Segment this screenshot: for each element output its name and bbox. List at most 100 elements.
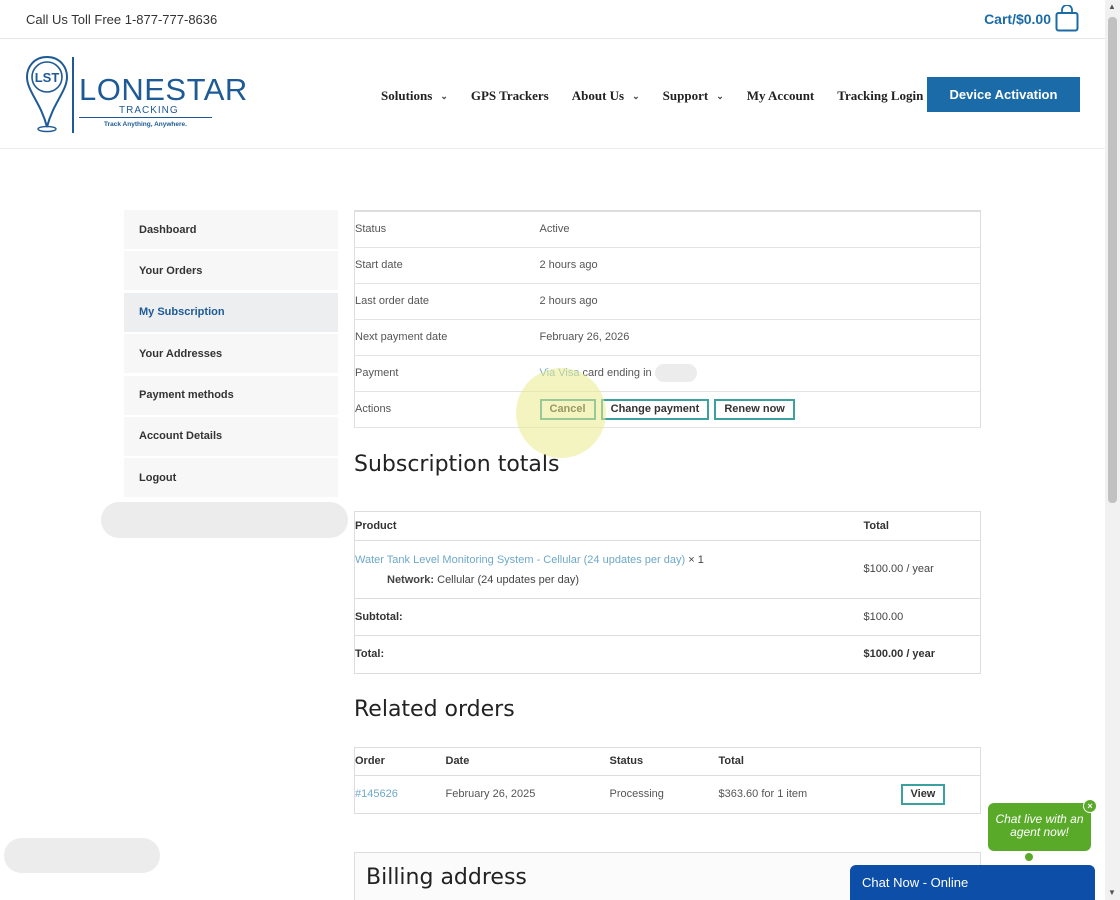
device-activation-button[interactable]: Device Activation [927, 77, 1080, 112]
subtotal-label: Subtotal: [354, 598, 864, 636]
sidebar-item-your-orders[interactable]: Your Orders [124, 251, 338, 291]
col-total: Total [863, 511, 981, 541]
table-header-row: Order Date Status Total [354, 747, 981, 776]
subscription-content: Status Active Start date 2 hours ago Las… [354, 210, 981, 814]
cancel-button[interactable]: Cancel [539, 398, 596, 420]
sidebar-item-your-addresses[interactable]: Your Addresses [124, 334, 338, 374]
subscription-totals-heading: Subscription totals [354, 451, 560, 477]
chevron-down-icon: ⌄ [632, 90, 640, 101]
chat-invite-bubble[interactable]: Chat live with an agent now! [988, 803, 1091, 851]
logo-divider [72, 57, 74, 133]
chevron-down-icon: ⌄ [440, 90, 448, 101]
status-value: Active [539, 211, 981, 248]
order-number[interactable]: #145626 [355, 775, 446, 813]
order-total: $363.60 for 1 item [718, 788, 808, 800]
scroll-up-icon[interactable]: ▲ [1108, 2, 1116, 11]
nav-tracking-login[interactable]: Tracking Login [837, 88, 923, 104]
lonestar-logo[interactable]: LST LONESTAR TRACKING Track Anything, An… [24, 55, 247, 133]
shopping-bag-icon[interactable] [1055, 5, 1079, 32]
product-cell: Water Tank Level Monitoring System - Cel… [354, 540, 864, 599]
page-scrollbar[interactable]: ▲ ▼ [1105, 0, 1120, 900]
col-date: Date [445, 747, 610, 776]
col-order: Order [354, 747, 446, 776]
total-value: $100.00 / year [863, 635, 981, 674]
view-order-button[interactable]: View [900, 783, 946, 805]
table-row: Water Tank Level Monitoring System - Cel… [354, 540, 981, 599]
related-orders-heading: Related orders [354, 696, 515, 722]
sidebar-item-dashboard[interactable]: Dashboard [124, 210, 338, 249]
nav-solutions[interactable]: Solutions ⌄ [381, 88, 448, 104]
redacted-card-number [654, 364, 697, 382]
sidebar-item-logout[interactable]: Logout [124, 458, 338, 498]
renew-now-button[interactable]: Renew now [714, 398, 795, 420]
top-bar: Call Us Toll Free 1-877-777-8636 Cart/$0… [0, 0, 1105, 39]
table-row: Last order date 2 hours ago [354, 283, 981, 320]
start-date-value: 2 hours ago [539, 247, 981, 284]
svg-text:LST: LST [35, 70, 60, 85]
logo-name: LONESTAR [79, 72, 248, 107]
next-payment-label: Next payment date [354, 319, 540, 356]
table-row: Next payment date February 26, 2026 [354, 319, 981, 356]
chat-now-bar[interactable]: Chat Now - Online [850, 865, 1095, 900]
cart-link[interactable]: Cart/$0.00 [984, 11, 1051, 27]
meta-key: Network: [387, 574, 435, 586]
payment-value: Via Visa card ending in [539, 355, 981, 392]
related-orders-table: Order Date Status Total #145626 February… [354, 746, 981, 814]
site-header: LST LONESTAR TRACKING Track Anything, An… [0, 39, 1105, 149]
toll-free-phone[interactable]: Call Us Toll Free 1-877-777-8636 [26, 12, 217, 27]
order-date: February 26, 2025 [445, 788, 536, 800]
redacted-area [101, 502, 348, 538]
subscription-details-table: Status Active Start date 2 hours ago Las… [354, 210, 981, 428]
status-label: Status [354, 211, 540, 248]
start-date-label: Start date [354, 247, 540, 284]
redacted-area [4, 838, 160, 873]
total-label: Total: [354, 635, 864, 674]
logo-line [79, 117, 212, 118]
nav-support[interactable]: Support ⌄ [663, 88, 724, 104]
next-payment-value: February 26, 2026 [539, 319, 981, 356]
close-icon[interactable]: × [1083, 799, 1097, 813]
table-row: Start date 2 hours ago [354, 247, 981, 284]
table-row: Total: $100.00 / year [354, 635, 981, 674]
product-qty: × 1 [688, 554, 704, 566]
main-nav: Solutions ⌄ GPS Trackers About Us ⌄ Suppor… [381, 88, 946, 104]
sidebar-item-my-subscription[interactable]: My Subscription [124, 292, 338, 332]
account-sidebar: Dashboard Your Orders My Subscription Yo… [124, 210, 338, 500]
last-order-date-label: Last order date [354, 283, 540, 320]
table-row: #145626 February 26, 2025 Processing $36… [355, 775, 981, 813]
col-product: Product [354, 511, 864, 541]
nav-about-us[interactable]: About Us ⌄ [572, 88, 640, 104]
logo-tagline: Track Anything, Anywhere. [104, 121, 187, 128]
product-link[interactable]: Water Tank Level Monitoring System - Cel… [355, 554, 685, 566]
scrollbar-thumb[interactable] [1108, 17, 1117, 503]
sidebar-item-account-details[interactable]: Account Details [124, 416, 338, 456]
table-row: Subtotal: $100.00 [354, 598, 981, 636]
payment-method-link[interactable]: Via Visa [540, 367, 580, 379]
sidebar-item-payment-methods[interactable]: Payment methods [124, 375, 338, 415]
actions-label: Actions [354, 391, 540, 428]
col-status: Status [609, 747, 719, 776]
actions-cell: Cancel Change payment Renew now [539, 391, 981, 428]
map-pin-logo-icon: LST [25, 55, 69, 133]
billing-address-heading: Billing address [366, 865, 527, 890]
table-row: Payment Via Visa card ending in [354, 355, 981, 392]
chevron-down-icon: ⌄ [716, 90, 724, 101]
col-total: Total [718, 747, 901, 776]
chat-dot [1025, 853, 1033, 861]
payment-label: Payment [354, 355, 540, 392]
order-status: Processing [609, 788, 664, 800]
table-row: Actions Cancel Change payment Renew now [354, 391, 981, 428]
table-row: Status Active [354, 211, 981, 248]
change-payment-button[interactable]: Change payment [600, 398, 710, 420]
meta-value: Cellular (24 updates per day) [437, 574, 579, 586]
subtotal-value: $100.00 [863, 598, 981, 636]
nav-my-account[interactable]: My Account [747, 88, 815, 104]
payment-card-text: card ending in [582, 366, 652, 379]
nav-gps-trackers[interactable]: GPS Trackers [471, 88, 549, 104]
subscription-totals-table: Product Total Water Tank Level Monitorin… [354, 510, 981, 674]
product-total: $100.00 / year [863, 540, 981, 599]
last-order-date-value: 2 hours ago [539, 283, 981, 320]
scroll-down-icon[interactable]: ▼ [1108, 888, 1116, 897]
logo-sub: TRACKING [119, 105, 179, 116]
table-header-row: Product Total [354, 511, 981, 541]
